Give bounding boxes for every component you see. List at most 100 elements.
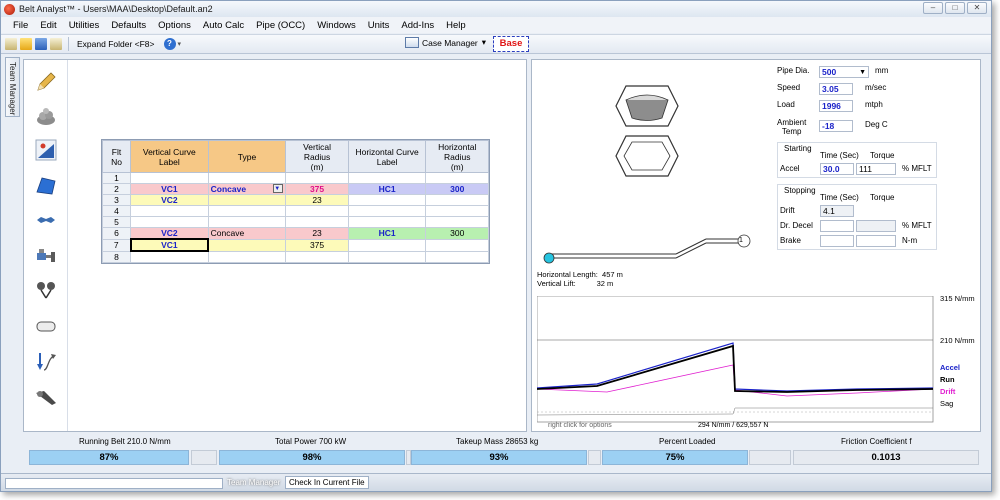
accel-time-field[interactable]: 30.0 <box>820 163 854 175</box>
idler-icon[interactable] <box>34 314 58 338</box>
close-button[interactable]: ✕ <box>967 2 987 14</box>
menu-defaults[interactable]: Defaults <box>105 20 152 31</box>
menu-edit[interactable]: Edit <box>34 20 62 31</box>
vertical-radius-cell[interactable]: 23 <box>285 227 349 240</box>
base-case-badge[interactable]: Base <box>493 36 529 52</box>
minimize-button[interactable]: – <box>923 2 943 14</box>
team-manager-tab[interactable]: Team Manager <box>5 57 20 117</box>
horizontal-radius-cell[interactable] <box>425 172 489 184</box>
table-row[interactable]: 5 <box>101 216 489 228</box>
material-icon[interactable] <box>34 104 58 128</box>
vertical-label-cell[interactable]: VC2 <box>130 227 209 240</box>
type-cell[interactable] <box>207 205 287 217</box>
pulley-icon[interactable] <box>34 278 58 302</box>
maximize-button[interactable]: □ <box>945 2 965 14</box>
menu-help[interactable]: Help <box>440 20 472 31</box>
table-row[interactable]: 8 <box>101 250 489 263</box>
vertical-radius-cell[interactable]: 375 <box>285 183 349 195</box>
vertical-radius-cell[interactable] <box>285 172 349 184</box>
menu-file[interactable]: File <box>7 20 34 31</box>
menu-utilities[interactable]: Utilities <box>63 20 106 31</box>
horizontal-radius-cell[interactable]: 300 <box>425 183 489 195</box>
vertical-radius-cell[interactable] <box>285 216 349 228</box>
horizontal-radius-cell[interactable] <box>425 238 489 252</box>
horizontal-label-cell[interactable]: HC1 <box>347 227 427 240</box>
horizontal-radius-cell[interactable] <box>425 250 489 263</box>
drift-time-field[interactable]: 4.1 <box>820 205 854 217</box>
print-icon[interactable] <box>50 38 62 50</box>
menu-pipe-occ[interactable]: Pipe (OCC) <box>250 20 311 31</box>
dr-decel-torque-field[interactable] <box>856 220 896 232</box>
drive-icon[interactable] <box>34 244 58 268</box>
brake-torque-field[interactable] <box>856 235 896 247</box>
type-cell[interactable] <box>207 194 287 206</box>
table-row[interactable]: 6 VC2 Concave 23 HC1 300 <box>101 227 489 240</box>
pipe-dia-select[interactable]: 500 ▼ <box>819 66 869 78</box>
save-icon[interactable] <box>35 38 47 50</box>
tension-chart[interactable] <box>537 296 937 426</box>
horizontal-label-cell[interactable] <box>347 194 427 206</box>
type-cell[interactable] <box>207 238 287 252</box>
pencil-icon[interactable] <box>34 70 58 94</box>
team-manager-status[interactable]: Team Manager <box>227 478 280 487</box>
menu-units[interactable]: Units <box>362 20 396 31</box>
menu-add-ins[interactable]: Add-Ins <box>395 20 440 31</box>
menu-windows[interactable]: Windows <box>311 20 362 31</box>
load-field[interactable]: 1996 <box>819 100 853 112</box>
type-cell[interactable] <box>207 172 287 184</box>
help-icon[interactable]: ? <box>163 38 176 50</box>
vertical-label-cell[interactable] <box>130 216 209 228</box>
vertical-label-cell[interactable] <box>130 250 209 263</box>
chevron-down-icon[interactable]: ▾ <box>482 37 486 48</box>
chevron-down-icon[interactable]: ▼ <box>859 67 866 78</box>
vertical-label-cell[interactable]: VC1 <box>129 238 210 252</box>
case-manager-button[interactable]: Case Manager ▾ <box>405 37 486 48</box>
accel-torque-field[interactable]: 111 <box>856 163 896 175</box>
vertical-label-cell[interactable]: VC2 <box>130 194 209 206</box>
table-row[interactable]: 2 VC1 Concave ▼ 375 HC1 300 <box>101 183 489 195</box>
check-in-button[interactable]: Check In Current File <box>285 476 369 489</box>
chevron-down-icon[interactable]: ▾ <box>178 40 182 48</box>
dr-decel-time-field[interactable] <box>820 220 854 232</box>
vertical-radius-cell[interactable] <box>285 250 349 263</box>
ambient-temp-unit: Deg C <box>865 120 888 129</box>
speed-field[interactable]: 3.05 <box>819 83 853 95</box>
chute-icon[interactable] <box>34 385 58 409</box>
horizontal-label-cell[interactable]: HC1 <box>347 183 427 195</box>
brake-time-field[interactable] <box>820 235 854 247</box>
horizontal-label-cell[interactable] <box>347 205 427 217</box>
horizontal-radius-cell[interactable] <box>425 194 489 206</box>
vertical-label-cell[interactable] <box>130 172 209 184</box>
horizontal-label-cell[interactable] <box>347 250 427 263</box>
tension-icon[interactable] <box>34 350 58 374</box>
type-cell[interactable]: Concave <box>207 227 287 240</box>
horizontal-label-cell[interactable] <box>347 172 427 184</box>
chevron-down-icon[interactable]: ▼ <box>273 184 284 193</box>
horizontal-radius-cell[interactable] <box>425 205 489 217</box>
vertical-label-cell[interactable]: VC1 <box>130 183 209 195</box>
menu-options[interactable]: Options <box>152 20 197 31</box>
belt-icon[interactable] <box>34 208 58 232</box>
table-row[interactable]: 7 VC1 375 <box>101 238 489 252</box>
new-file-icon[interactable] <box>5 38 17 50</box>
open-folder-icon[interactable] <box>20 38 32 50</box>
table-row[interactable]: 3 VC2 23 <box>101 194 489 206</box>
horizontal-radius-cell[interactable]: 300 <box>425 227 489 240</box>
table-row[interactable]: 4 <box>101 205 489 217</box>
menu-auto-calc[interactable]: Auto Calc <box>197 20 250 31</box>
cross-section-icon[interactable] <box>34 174 58 198</box>
ambient-temp-field[interactable]: -18 <box>819 120 853 132</box>
vertical-label-cell[interactable] <box>130 205 209 217</box>
vertical-radius-cell[interactable]: 23 <box>285 194 349 206</box>
type-cell[interactable] <box>207 216 287 228</box>
horizontal-label-cell[interactable] <box>347 216 427 228</box>
table-row[interactable]: 1 <box>101 172 489 184</box>
type-dropdown[interactable]: Concave ▼ <box>207 183 287 195</box>
horizontal-label-cell[interactable] <box>347 238 427 252</box>
type-cell[interactable] <box>207 250 287 263</box>
expand-folder-button[interactable]: Expand Folder <F8> <box>72 36 160 52</box>
horizontal-radius-cell[interactable] <box>425 216 489 228</box>
vertical-radius-cell[interactable] <box>285 205 349 217</box>
slope-icon[interactable] <box>34 138 58 162</box>
vertical-radius-cell[interactable]: 375 <box>285 238 349 252</box>
